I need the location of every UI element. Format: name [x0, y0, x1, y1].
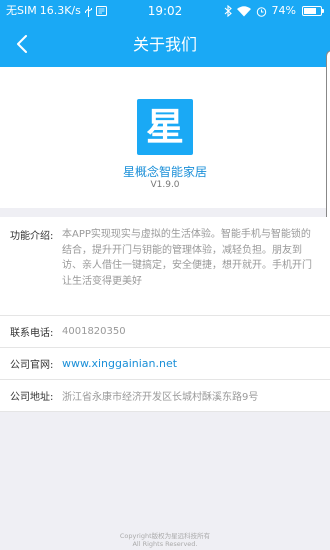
copyright-footer: Copyright版权为星远科技所有 All Rights Reserved. — [0, 532, 330, 548]
app-info-card: 星 星概念智能家居 V1.9.0 — [0, 67, 330, 208]
battery-level-fill — [304, 8, 316, 14]
title-bar: 关于我们 — [0, 22, 330, 67]
status-right: 74% — [224, 0, 324, 22]
rights-line: All Rights Reserved. — [132, 540, 198, 548]
description-label: 功能介绍: — [10, 231, 54, 242]
address-value: 浙江省永康市经济开发区长城村酥溪东路9号 — [62, 392, 259, 403]
copyright-line: Copyright版权为星远科技所有 — [119, 532, 211, 540]
back-arrow-icon — [17, 35, 27, 53]
info-row-description: 功能介绍: 本APP实现现实与虚拟的生活体验。智能手机与智能锁的结合，提升开门与… — [0, 217, 330, 316]
app-version: V1.9.0 — [150, 180, 180, 190]
app-logo: 星 — [137, 99, 193, 155]
bluetooth-icon — [224, 5, 232, 17]
phone-label: 联系电话: — [10, 328, 54, 339]
website-link[interactable]: www.xinggainian.net — [62, 357, 320, 370]
app-logo-text: 星 — [145, 105, 184, 149]
back-button[interactable] — [8, 28, 36, 60]
battery-percent: 74% — [271, 4, 296, 17]
app-name: 星概念智能家居 — [122, 165, 207, 179]
info-row-phone[interactable]: 联系电话: 4001820350 — [0, 316, 330, 348]
info-row-website[interactable]: 公司官网: www.xinggainian.net — [0, 348, 330, 380]
battery-icon — [302, 6, 324, 16]
description-text: 本APP实现现实与虚拟的生活体验。智能手机与智能锁的结合，提升开门与钥能的管理体… — [62, 229, 312, 287]
website-label: 公司官网: — [10, 360, 54, 371]
phone-value[interactable]: 4001820350 — [62, 326, 320, 337]
app-header: 无SIM 16.3K/s 19:02 74% 关于我们 — [0, 0, 330, 67]
scroll-indicator[interactable] — [326, 50, 330, 240]
page-title: 关于我们 — [132, 35, 197, 54]
company-info-list: 功能介绍: 本APP实现现实与虚拟的生活体验。智能手机与智能锁的结合，提升开门与… — [0, 217, 330, 412]
wifi-icon — [236, 5, 251, 17]
status-bar: 无SIM 16.3K/s 19:02 74% — [0, 0, 330, 22]
alarm-icon — [256, 6, 267, 17]
info-row-address: 公司地址: 浙江省永康市经济开发区长城村酥溪东路9号 — [0, 380, 330, 412]
address-label: 公司地址: — [10, 392, 54, 403]
